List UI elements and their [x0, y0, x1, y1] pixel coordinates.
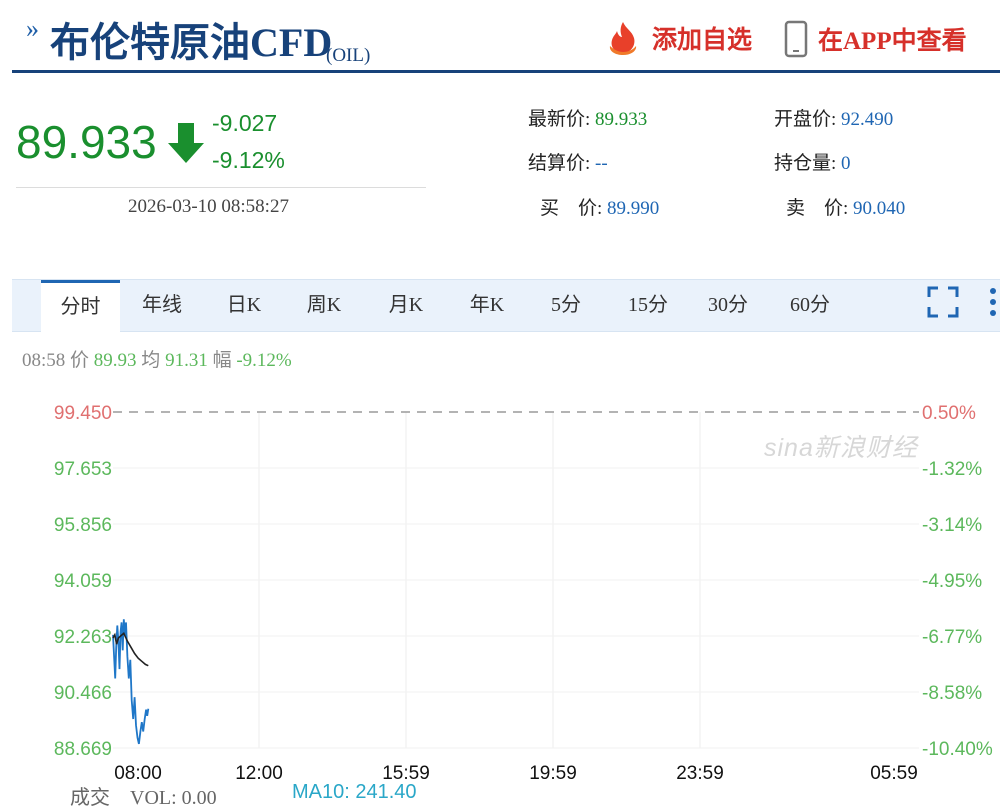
y-tick-right-6: -10.40% — [922, 739, 993, 760]
x-tick-5: 05:59 — [870, 763, 918, 784]
last-price: 89.933 — [16, 116, 157, 168]
volume-label: 成交 VOL: 0.00 — [70, 787, 217, 809]
tab-30min[interactable]: 30分 — [696, 280, 760, 331]
instrument-code: (OIL) — [326, 45, 371, 66]
y-tick-right-3: -4.95% — [922, 571, 982, 592]
sina-watermark-logo: sina新浪财经 — [764, 434, 918, 462]
crosshair-info: 08:58 价 89.93 均 91.31 幅 -9.12% — [22, 345, 292, 372]
open-price-value: 92.490 — [841, 109, 894, 130]
y-tick-left-2: 95.856 — [54, 515, 112, 536]
x-tick-1: 12:00 — [235, 763, 283, 784]
add-to-watchlist-button[interactable]: 添加自选 — [604, 20, 752, 56]
mobile-phone-icon — [784, 20, 808, 58]
tab-yearly-line[interactable]: 年线 — [130, 280, 194, 331]
page-title: 布伦特原油CFD — [50, 20, 333, 65]
settlement-price-value: -- — [595, 153, 608, 174]
y-tick-left-1: 97.653 — [54, 459, 112, 480]
y-tick-right-0: 0.50% — [922, 403, 976, 424]
ma10-label: MA10: 241.40 — [292, 781, 417, 803]
quote-divider — [16, 187, 426, 188]
info-avg-label: 均 — [141, 350, 161, 371]
more-options-icon[interactable] — [988, 287, 998, 317]
settlement-price-label: 结算价: — [528, 153, 591, 174]
y-tick-right-4: -6.77% — [922, 627, 982, 648]
y-tick-right-2: -3.14% — [922, 515, 982, 536]
info-time: 08:58 — [22, 350, 66, 371]
settlement-price-field: 结算价: -- — [528, 148, 608, 175]
tab-monthly-k[interactable]: 月K — [374, 280, 438, 331]
price-change-percent: -9.12% — [212, 147, 285, 173]
tab-weekly-k[interactable]: 周K — [292, 280, 356, 331]
y-tick-left-5: 90.466 — [54, 683, 112, 704]
tab-5min[interactable]: 5分 — [534, 280, 598, 331]
y-tick-left-3: 94.059 — [54, 571, 112, 592]
tab-60min[interactable]: 60分 — [778, 280, 842, 331]
info-amplitude: -9.12% — [236, 350, 292, 371]
price-change: -9.027 — [212, 110, 278, 136]
info-price-label: 价 — [70, 350, 90, 371]
ask-price-label: 卖 价: — [786, 198, 849, 219]
quote-timestamp: 2026-03-10 08:58:27 — [128, 196, 289, 217]
fullscreen-icon[interactable] — [926, 285, 960, 319]
open-interest-value: 0 — [841, 153, 851, 174]
ask-price-field: 卖 价: 90.040 — [786, 193, 905, 220]
title-chevron-icon: » — [26, 14, 39, 43]
tab-15min[interactable]: 15分 — [616, 280, 680, 331]
info-price: 89.93 — [93, 350, 137, 371]
bid-price-label: 买 价: — [540, 198, 603, 219]
info-amplitude-label: 幅 — [212, 350, 232, 371]
open-interest-label: 持仓量: — [774, 153, 837, 174]
x-tick-4: 23:59 — [676, 763, 724, 784]
open-price-label: 开盘价: — [774, 109, 837, 130]
tab-yearly-k[interactable]: 年K — [455, 280, 519, 331]
open-price-field: 开盘价: 92.490 — [774, 104, 893, 131]
add-to-watchlist-label: 添加自选 — [652, 27, 753, 54]
flame-icon — [609, 22, 637, 55]
latest-price-label: 最新价: — [528, 109, 591, 130]
header-divider — [12, 70, 1000, 73]
bid-price-value: 89.990 — [607, 198, 660, 219]
x-tick-3: 19:59 — [529, 763, 577, 784]
y-tick-left-0: 99.450 — [54, 403, 112, 424]
tab-intraday[interactable]: 分时 — [41, 280, 120, 333]
ask-price-value: 90.040 — [853, 198, 906, 219]
info-avg: 91.31 — [165, 350, 208, 371]
chart-period-tabs: 分时 年线 日K 周K 月K 年K 5分 15分 30分 60分 — [12, 279, 1000, 333]
open-interest-field: 持仓量: 0 — [774, 148, 851, 175]
y-tick-left-6: 88.669 — [54, 739, 112, 760]
tab-daily-k[interactable]: 日K — [212, 280, 276, 331]
latest-price-field: 最新价: 89.933 — [528, 104, 647, 131]
latest-price-value: 89.933 — [595, 109, 648, 130]
bid-price-field: 买 价: 89.990 — [540, 193, 659, 220]
down-arrow-icon — [168, 123, 204, 163]
y-tick-right-1: -1.32% — [922, 459, 982, 480]
view-in-app-label: 在APP中查看 — [818, 28, 967, 55]
y-tick-right-5: -8.58% — [922, 683, 982, 704]
y-tick-left-4: 92.263 — [54, 627, 112, 648]
view-in-app-button[interactable]: 在APP中查看 — [784, 20, 967, 58]
